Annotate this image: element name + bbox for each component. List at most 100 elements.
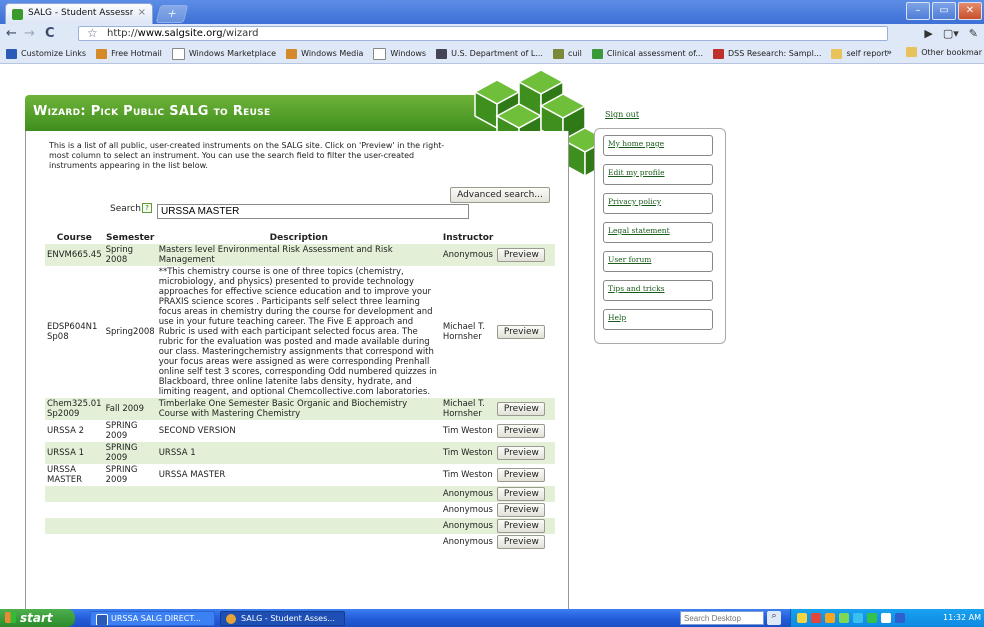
msn-icon xyxy=(96,48,108,59)
bookmark-item[interactable]: self report xyxy=(831,48,888,59)
maximize-button[interactable]: ▭ xyxy=(932,2,956,20)
bookmark-item[interactable]: Clinical assessment of... xyxy=(591,48,703,59)
window-controls: – ▭ ✕ xyxy=(906,2,982,20)
search-go-icon[interactable]: ⌕ xyxy=(767,611,781,625)
folder-icon xyxy=(831,48,843,59)
sidebar-link-tips-and-tricks[interactable]: Tips and tricks xyxy=(603,280,713,301)
preview-button[interactable]: Preview xyxy=(497,424,546,438)
table-row: URSSA 1 SPRING 2009 URSSA 1 Tim Weston Previ… xyxy=(45,442,555,464)
cell-action: Preview xyxy=(495,442,555,464)
bookmark-item[interactable]: Windows Media xyxy=(286,48,363,59)
table-row: ENVM665.45 Spring 2008 Masters level Envir… xyxy=(45,244,555,266)
tray-volume-icon[interactable] xyxy=(881,613,891,623)
sidebar-link-user-forum[interactable]: User forum xyxy=(603,251,713,272)
preview-button[interactable]: Preview xyxy=(497,519,546,533)
close-window-button[interactable]: ✕ xyxy=(958,2,982,20)
seal-icon xyxy=(436,48,448,59)
minimize-button[interactable]: – xyxy=(906,2,930,20)
cell-semester: Fall 2009 xyxy=(103,398,157,420)
preview-button[interactable]: Preview xyxy=(497,535,546,549)
start-label: start xyxy=(20,611,53,625)
tray-app-icon[interactable] xyxy=(797,613,807,623)
bookmark-star-icon[interactable]: ☆ xyxy=(87,26,98,40)
bookmark-item[interactable]: DSS Research: Sampl... xyxy=(712,48,822,59)
tray-shield-icon[interactable] xyxy=(825,613,835,623)
close-tab-icon[interactable]: × xyxy=(138,7,146,18)
bookmark-item[interactable]: Windows Marketplace xyxy=(171,47,276,60)
page-menu-icon[interactable]: ▢▾ xyxy=(943,27,959,40)
back-arrow-icon[interactable]: ← xyxy=(6,26,17,41)
bookmark-item[interactable]: Windows xyxy=(373,47,426,60)
taskbar-item-chrome[interactable]: SALG - Student Asses... xyxy=(220,611,345,626)
cell-instructor: Anonymous xyxy=(442,537,493,547)
tray-app-icon[interactable] xyxy=(839,613,849,623)
tray-app-icon[interactable] xyxy=(895,613,905,623)
preview-button[interactable]: Preview xyxy=(497,248,546,262)
cell-description xyxy=(156,518,441,534)
bookmark-item[interactable]: Free Hotmail xyxy=(96,48,162,59)
table-row: Anonymous Preview xyxy=(45,486,555,502)
cell-description: SECOND VERSION xyxy=(158,426,236,436)
tray-network-icon[interactable] xyxy=(853,613,863,623)
sidebar-link-my-home-page[interactable]: My home page xyxy=(603,135,713,156)
cell-description: Masters level Environmental Risk Assessm… xyxy=(156,244,441,266)
tray-app-icon[interactable] xyxy=(811,613,821,623)
other-bookmarks-folder[interactable]: Other bookmar xyxy=(906,47,982,57)
tray-app-icon[interactable] xyxy=(867,613,877,623)
bookmark-item[interactable]: cuil xyxy=(552,48,582,59)
browser-tab[interactable]: SALG - Student Assessmen... × xyxy=(5,3,153,24)
bookmark-item[interactable]: Customize Links xyxy=(6,48,87,59)
msn-icon xyxy=(286,48,298,59)
bookmark-label: Clinical assessment of... xyxy=(606,49,703,58)
preview-button[interactable]: Preview xyxy=(497,402,546,416)
cell-semester xyxy=(103,486,157,502)
address-bar[interactable]: ☆ http://www.salgsite.org/wizard xyxy=(78,26,888,41)
cell-instructor: Anonymous xyxy=(440,486,496,502)
folder-icon xyxy=(906,47,918,57)
cell-course: Chem325.01 Sp2009 xyxy=(45,398,104,420)
chrome-icon xyxy=(226,614,236,624)
sidebar-link-legal-statement[interactable]: Legal statement xyxy=(603,222,713,243)
cell-instructor: Tim Weston xyxy=(442,470,493,480)
cell-description xyxy=(156,486,441,502)
preview-button[interactable]: Preview xyxy=(497,468,546,482)
table-row: URSSA MASTER SPRING 2009 URSSA MASTER Tim W… xyxy=(45,464,555,486)
wrench-icon[interactable]: ✎ xyxy=(969,27,978,40)
bookmark-label: Free Hotmail xyxy=(111,49,162,58)
cell-action: Preview xyxy=(495,266,555,398)
preview-button[interactable]: Preview xyxy=(497,487,546,501)
cell-action: Preview xyxy=(495,420,555,442)
sign-out-link[interactable]: Sign out xyxy=(605,110,639,119)
browser-tab-strip: SALG - Student Assessmen... × + – ▭ ✕ xyxy=(0,0,984,24)
bookmarks-overflow-icon[interactable]: » xyxy=(886,48,892,58)
cell-course: ENVM665.45 xyxy=(45,244,104,266)
cell-action: Preview xyxy=(495,244,555,266)
sidebar-link-privacy-policy[interactable]: Privacy policy xyxy=(603,193,713,214)
sidebar-link-edit-my-profile[interactable]: Edit my profile xyxy=(603,164,713,185)
cell-semester: SPRING 2009 xyxy=(105,465,138,485)
taskbar-item-word[interactable]: URSSA SALG DIRECT... xyxy=(90,611,215,626)
dss-icon xyxy=(712,48,724,59)
windows-logo-icon xyxy=(5,612,16,623)
play-icon[interactable]: ▶ xyxy=(924,27,932,40)
sidebar-link-help[interactable]: Help xyxy=(603,309,713,330)
instrument-list-panel: This is a list of all public, user-creat… xyxy=(25,131,569,612)
desktop-search-input[interactable] xyxy=(680,611,764,625)
search-help-icon[interactable]: ? xyxy=(142,203,152,213)
page-title: Wizard: Pick Public SALG to Reuse xyxy=(33,104,271,119)
bookmark-label: DSS Research: Sampl... xyxy=(727,49,822,58)
reload-icon[interactable]: C xyxy=(45,26,55,41)
preview-button[interactable]: Preview xyxy=(497,503,546,517)
system-tray: 11:32 AM xyxy=(790,609,984,627)
advanced-search-button[interactable]: Advanced search... xyxy=(450,187,550,203)
cell-description: URSSA 1 xyxy=(156,442,441,464)
bookmark-label: Customize Links xyxy=(21,49,87,58)
preview-button[interactable]: Preview xyxy=(497,446,546,460)
windows-taskbar: start URSSA SALG DIRECT... SALG - Studen… xyxy=(0,609,984,627)
search-input[interactable] xyxy=(157,204,469,219)
start-button[interactable]: start xyxy=(0,609,75,627)
bookmark-item[interactable]: U.S. Department of L... xyxy=(436,48,543,59)
new-tab-button[interactable]: + xyxy=(155,5,189,23)
preview-button[interactable]: Preview xyxy=(497,325,546,339)
forward-arrow-icon[interactable]: → xyxy=(24,26,35,41)
